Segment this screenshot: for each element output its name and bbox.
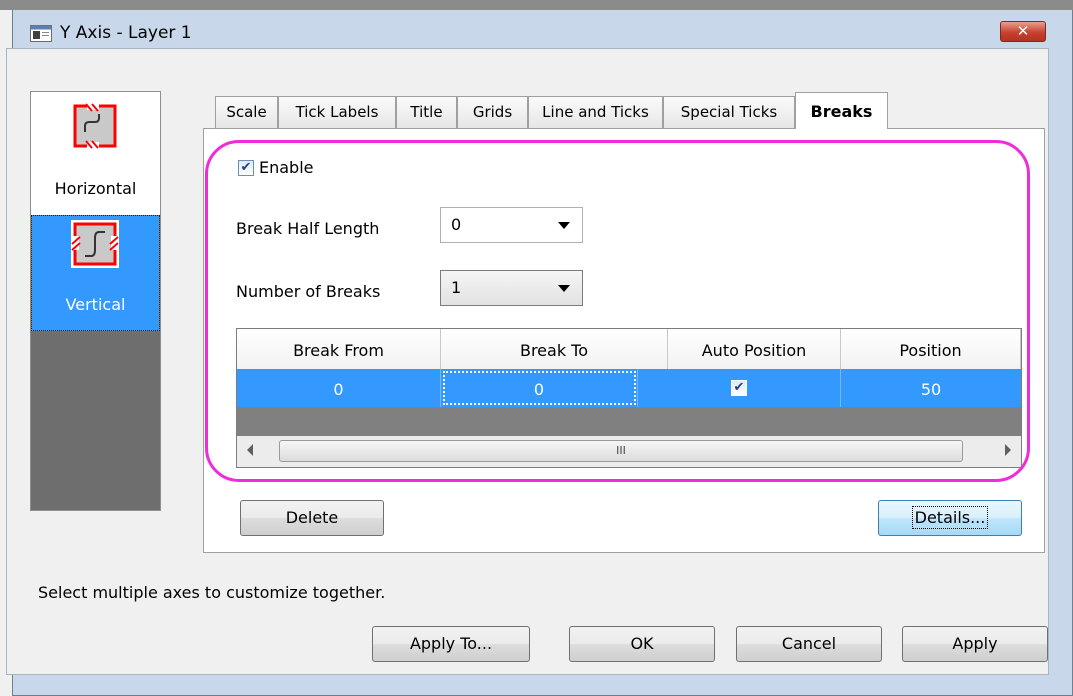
side-item-vertical[interactable]: Vertical <box>31 215 160 331</box>
scroll-left-arrow-icon[interactable] <box>247 444 253 456</box>
break-half-length-label: Break Half Length <box>236 219 380 238</box>
window-title: Y Axis - Layer 1 <box>60 23 192 43</box>
grid-header-row: Break From Break To Auto Position Positi… <box>237 329 1021 369</box>
cell-auto-position[interactable]: ✔ <box>638 369 841 407</box>
break-half-length-combo[interactable]: 0 <box>440 207 583 243</box>
status-hint: Select multiple axes to customize togeth… <box>38 583 386 602</box>
side-item-horizontal[interactable]: Horizontal <box>31 92 160 215</box>
column-header-break-from[interactable]: Break From <box>237 329 441 369</box>
enable-label: Enable <box>259 158 314 177</box>
break-half-length-value: 0 <box>451 215 462 234</box>
chevron-down-icon <box>558 222 570 229</box>
table-row[interactable]: 0 0 ✔ 50 <box>237 369 1021 407</box>
details-button[interactable]: Details... <box>878 500 1022 536</box>
number-of-breaks-label: Number of Breaks <box>236 282 381 301</box>
scroll-right-arrow-icon[interactable] <box>1005 444 1011 456</box>
side-item-label: Vertical <box>65 295 126 314</box>
tab-breaks[interactable]: Breaks <box>795 92 888 129</box>
chevron-down-icon <box>558 285 570 292</box>
tab-tick-labels[interactable]: Tick Labels <box>278 96 396 128</box>
auto-position-checkbox[interactable]: ✔ <box>731 379 747 396</box>
scroll-thumb[interactable]: III <box>279 440 963 462</box>
number-of-breaks-combo[interactable]: 1 <box>440 270 583 306</box>
breaks-grid: Break From Break To Auto Position Positi… <box>236 328 1022 468</box>
column-header-position[interactable]: Position <box>841 329 1021 369</box>
apply-to-button[interactable]: Apply To... <box>372 626 530 662</box>
delete-button[interactable]: Delete <box>240 500 384 536</box>
axis-direction-list: Horizontal Vertical <box>30 91 161 511</box>
ok-button[interactable]: OK <box>569 626 715 662</box>
side-item-label: Horizontal <box>54 179 137 198</box>
app-window-icon <box>30 25 52 42</box>
number-of-breaks-value: 1 <box>451 278 462 297</box>
close-icon: ✕ <box>1016 22 1030 40</box>
enable-checkbox[interactable]: ✔ <box>238 160 254 176</box>
column-header-break-to[interactable]: Break To <box>441 329 668 369</box>
tab-special-ticks[interactable]: Special Ticks <box>663 96 795 128</box>
grid-horizontal-scrollbar[interactable]: III <box>237 436 1021 467</box>
cell-break-from[interactable]: 0 <box>237 369 441 407</box>
tab-grids[interactable]: Grids <box>457 96 528 128</box>
tab-line-and-ticks[interactable]: Line and Ticks <box>528 96 663 128</box>
column-header-auto-position[interactable]: Auto Position <box>668 329 841 369</box>
tab-title[interactable]: Title <box>396 96 457 128</box>
details-button-label: Details... <box>911 506 989 529</box>
close-button[interactable]: ✕ <box>1000 21 1046 42</box>
cell-break-to[interactable]: 0 <box>441 369 638 407</box>
horizontal-break-icon <box>73 102 117 150</box>
tab-scale[interactable]: Scale <box>215 96 278 128</box>
apply-button[interactable]: Apply <box>902 626 1048 662</box>
cancel-button[interactable]: Cancel <box>736 626 882 662</box>
vertical-break-icon <box>71 220 119 268</box>
cell-position[interactable]: 50 <box>841 369 1021 407</box>
